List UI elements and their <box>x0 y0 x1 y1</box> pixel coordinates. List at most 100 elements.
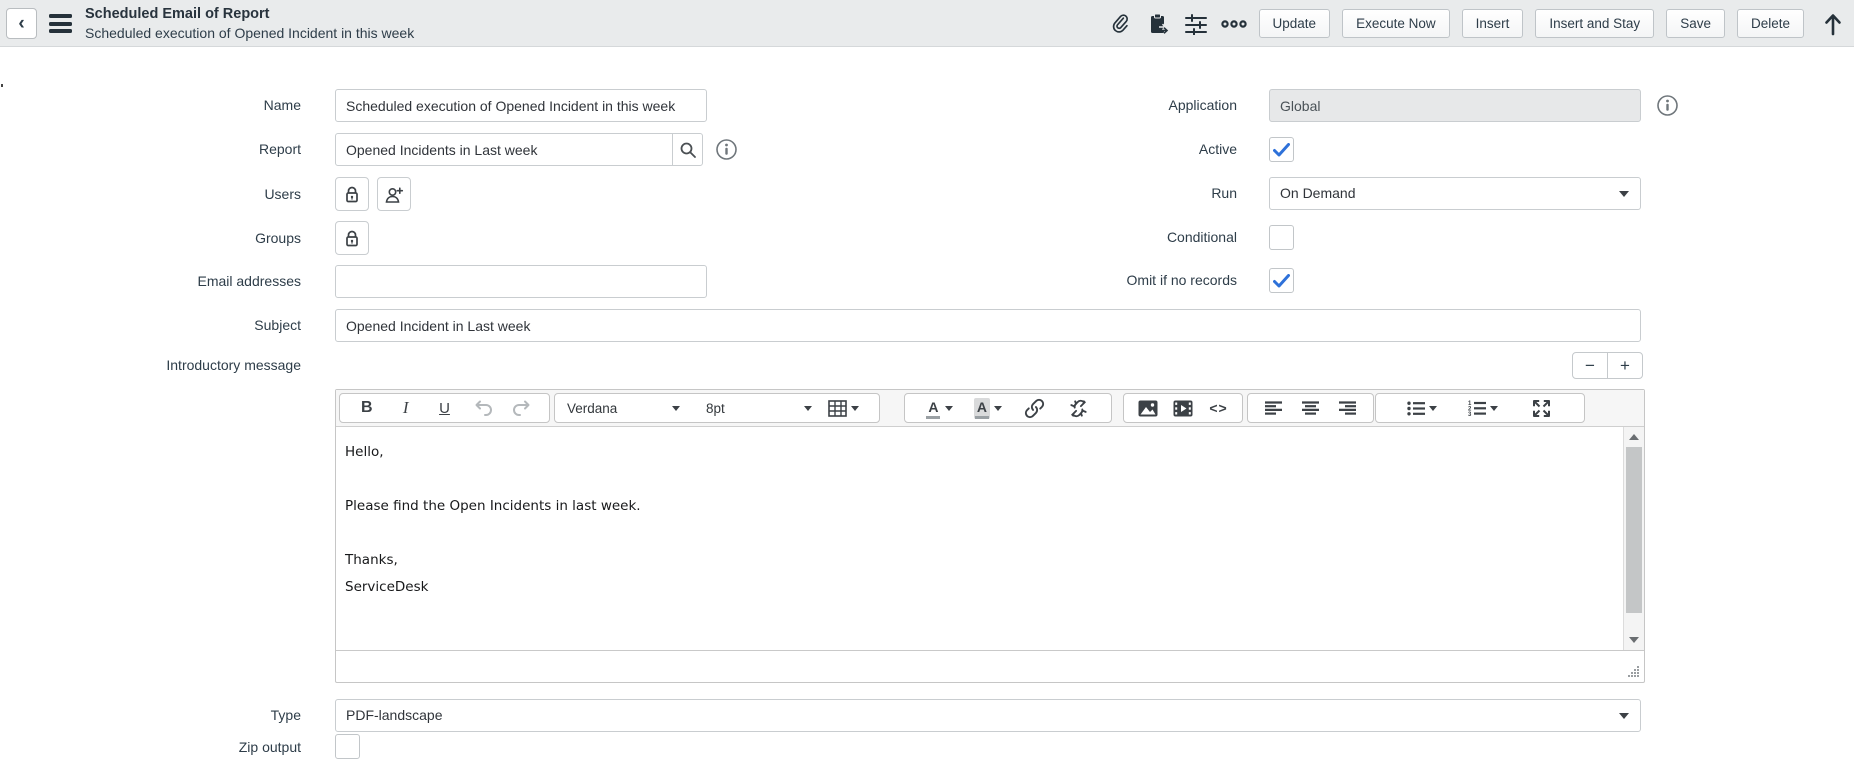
align-left-button[interactable] <box>1261 395 1285 421</box>
users-lock-button[interactable] <box>335 177 369 211</box>
editor-paragraph <box>345 466 1614 493</box>
editor-resize-grip[interactable] <box>1626 666 1640 678</box>
align-right-button[interactable] <box>1336 395 1360 421</box>
link-icon <box>1024 398 1044 418</box>
editor-scrollbar[interactable] <box>1623 427 1644 650</box>
back-button[interactable]: ‹ <box>6 8 37 39</box>
chevron-down-icon <box>672 405 680 411</box>
font-family-select[interactable]: Verdana <box>561 395 686 421</box>
conditional-label: Conditional <box>1166 229 1237 245</box>
insert-media-button[interactable] <box>1171 395 1195 421</box>
editor-paragraph: ServiceDesk <box>345 579 429 595</box>
toolbar-group-align <box>1247 393 1374 423</box>
form-header: ‹ Scheduled Email of Report Scheduled ex… <box>0 0 1854 47</box>
introductory-message-editor: B I U Verdana 8pt A A <> 1 2 3 Hello, Pl… <box>335 389 1645 683</box>
text-color-button[interactable]: A <box>925 395 954 421</box>
background-color-icon: A <box>973 397 990 419</box>
editor-content-area[interactable]: Hello, Please find the Open Incidents in… <box>336 427 1644 650</box>
chevron-down-icon <box>851 405 859 411</box>
update-button[interactable]: Update <box>1258 9 1331 38</box>
type-label: Type <box>270 707 301 723</box>
application-info-icon[interactable] <box>1656 94 1679 117</box>
type-select[interactable]: PDF-landscape <box>335 699 1641 732</box>
source-code-button[interactable]: <> <box>1207 395 1231 421</box>
active-checkbox[interactable] <box>1269 137 1294 162</box>
toolbar-group-basic: B I U <box>339 393 550 423</box>
run-select[interactable]: On Demand <box>1269 177 1641 210</box>
toolbar-group-color-link: A A <box>904 393 1112 423</box>
personalize-form-sliders-icon[interactable] <box>1183 11 1209 37</box>
form-context-menu-icon[interactable] <box>49 14 72 34</box>
bullet-list-button[interactable] <box>1407 395 1437 421</box>
bold-button[interactable]: B <box>355 395 379 421</box>
insert-link-button[interactable] <box>1022 395 1046 421</box>
italic-button[interactable]: I <box>394 395 418 421</box>
chevron-down-icon <box>945 405 954 411</box>
align-center-icon <box>1302 401 1319 415</box>
insert-image-button[interactable] <box>1136 395 1160 421</box>
chevron-down-icon <box>1429 405 1437 411</box>
numbered-list-button[interactable]: 123 <box>1468 395 1498 421</box>
chevron-down-icon <box>804 405 812 411</box>
lock-icon <box>346 186 358 202</box>
groups-label: Groups <box>255 230 301 246</box>
page-title: Scheduled Email of Report <box>85 6 270 22</box>
conditional-checkbox[interactable] <box>1269 225 1294 250</box>
email-addresses-label: Email addresses <box>197 273 302 289</box>
save-button[interactable]: Save <box>1666 9 1725 38</box>
font-size-value: 8pt <box>706 400 725 416</box>
underline-button[interactable]: U <box>432 395 456 421</box>
subject-input[interactable] <box>335 309 1641 342</box>
subject-label: Subject <box>254 317 301 333</box>
paperclip-icon[interactable] <box>1107 11 1133 37</box>
groups-lock-button[interactable] <box>335 221 369 255</box>
table-button[interactable] <box>828 395 859 421</box>
background-color-button[interactable]: A <box>973 395 1002 421</box>
header-titles: Scheduled Email of Report Scheduled exec… <box>85 5 414 42</box>
report-info-icon[interactable] <box>715 138 738 161</box>
users-add-me-button[interactable] <box>377 177 411 211</box>
zip-output-checkbox[interactable] <box>335 734 360 759</box>
users-label: Users <box>264 186 301 202</box>
more-options-icon[interactable] <box>1220 11 1247 37</box>
email-addresses-input[interactable] <box>335 265 707 298</box>
scrollbar-thumb[interactable] <box>1626 447 1642 613</box>
omit-if-no-records-checkbox[interactable] <box>1269 268 1294 293</box>
redo-icon[interactable] <box>510 395 534 421</box>
editor-grow-button[interactable]: + <box>1607 352 1643 379</box>
undo-icon[interactable] <box>471 395 495 421</box>
editor-paragraph: Hello, <box>345 444 384 460</box>
editor-shrink-button[interactable]: − <box>1572 352 1608 379</box>
zip-output-label: Zip output <box>238 739 301 755</box>
remove-link-button[interactable] <box>1067 395 1091 421</box>
fullscreen-button[interactable] <box>1529 395 1553 421</box>
report-input[interactable] <box>335 133 673 166</box>
scrollbar-up-arrow[interactable] <box>1624 428 1644 446</box>
insert-and-stay-button[interactable]: Insert and Stay <box>1535 9 1655 38</box>
run-select-value: On Demand <box>1280 185 1356 201</box>
font-size-select[interactable]: 8pt <box>700 395 818 421</box>
execute-now-button[interactable]: Execute Now <box>1342 9 1450 38</box>
insert-button[interactable]: Insert <box>1461 9 1524 38</box>
application-input <box>1269 89 1641 122</box>
application-label: Application <box>1168 97 1238 113</box>
scrollbar-down-arrow[interactable] <box>1624 631 1644 649</box>
editor-paragraph: Please find the Open Incidents in last w… <box>345 498 641 514</box>
scroll-to-top-icon[interactable] <box>1820 11 1846 37</box>
unlink-icon <box>1070 399 1087 417</box>
table-icon <box>828 399 847 417</box>
introductory-message-label: Introductory message <box>166 357 301 373</box>
type-select-value: PDF-landscape <box>346 707 443 723</box>
editor-paragraph <box>345 520 1614 547</box>
name-input[interactable] <box>335 89 707 122</box>
omit-if-no-records-label: Omit if no records <box>1126 272 1237 288</box>
clipboard-copy-icon[interactable] <box>1145 11 1171 37</box>
editor-text: Hello, Please find the Open Incidents in… <box>336 427 1644 601</box>
report-lookup-button[interactable] <box>672 133 703 166</box>
toolbar-group-font: Verdana 8pt <box>554 393 880 423</box>
search-icon <box>680 142 696 158</box>
stray-mark <box>1 84 3 87</box>
delete-button[interactable]: Delete <box>1736 9 1804 38</box>
run-label: Run <box>1211 185 1237 201</box>
align-center-button[interactable] <box>1299 395 1323 421</box>
